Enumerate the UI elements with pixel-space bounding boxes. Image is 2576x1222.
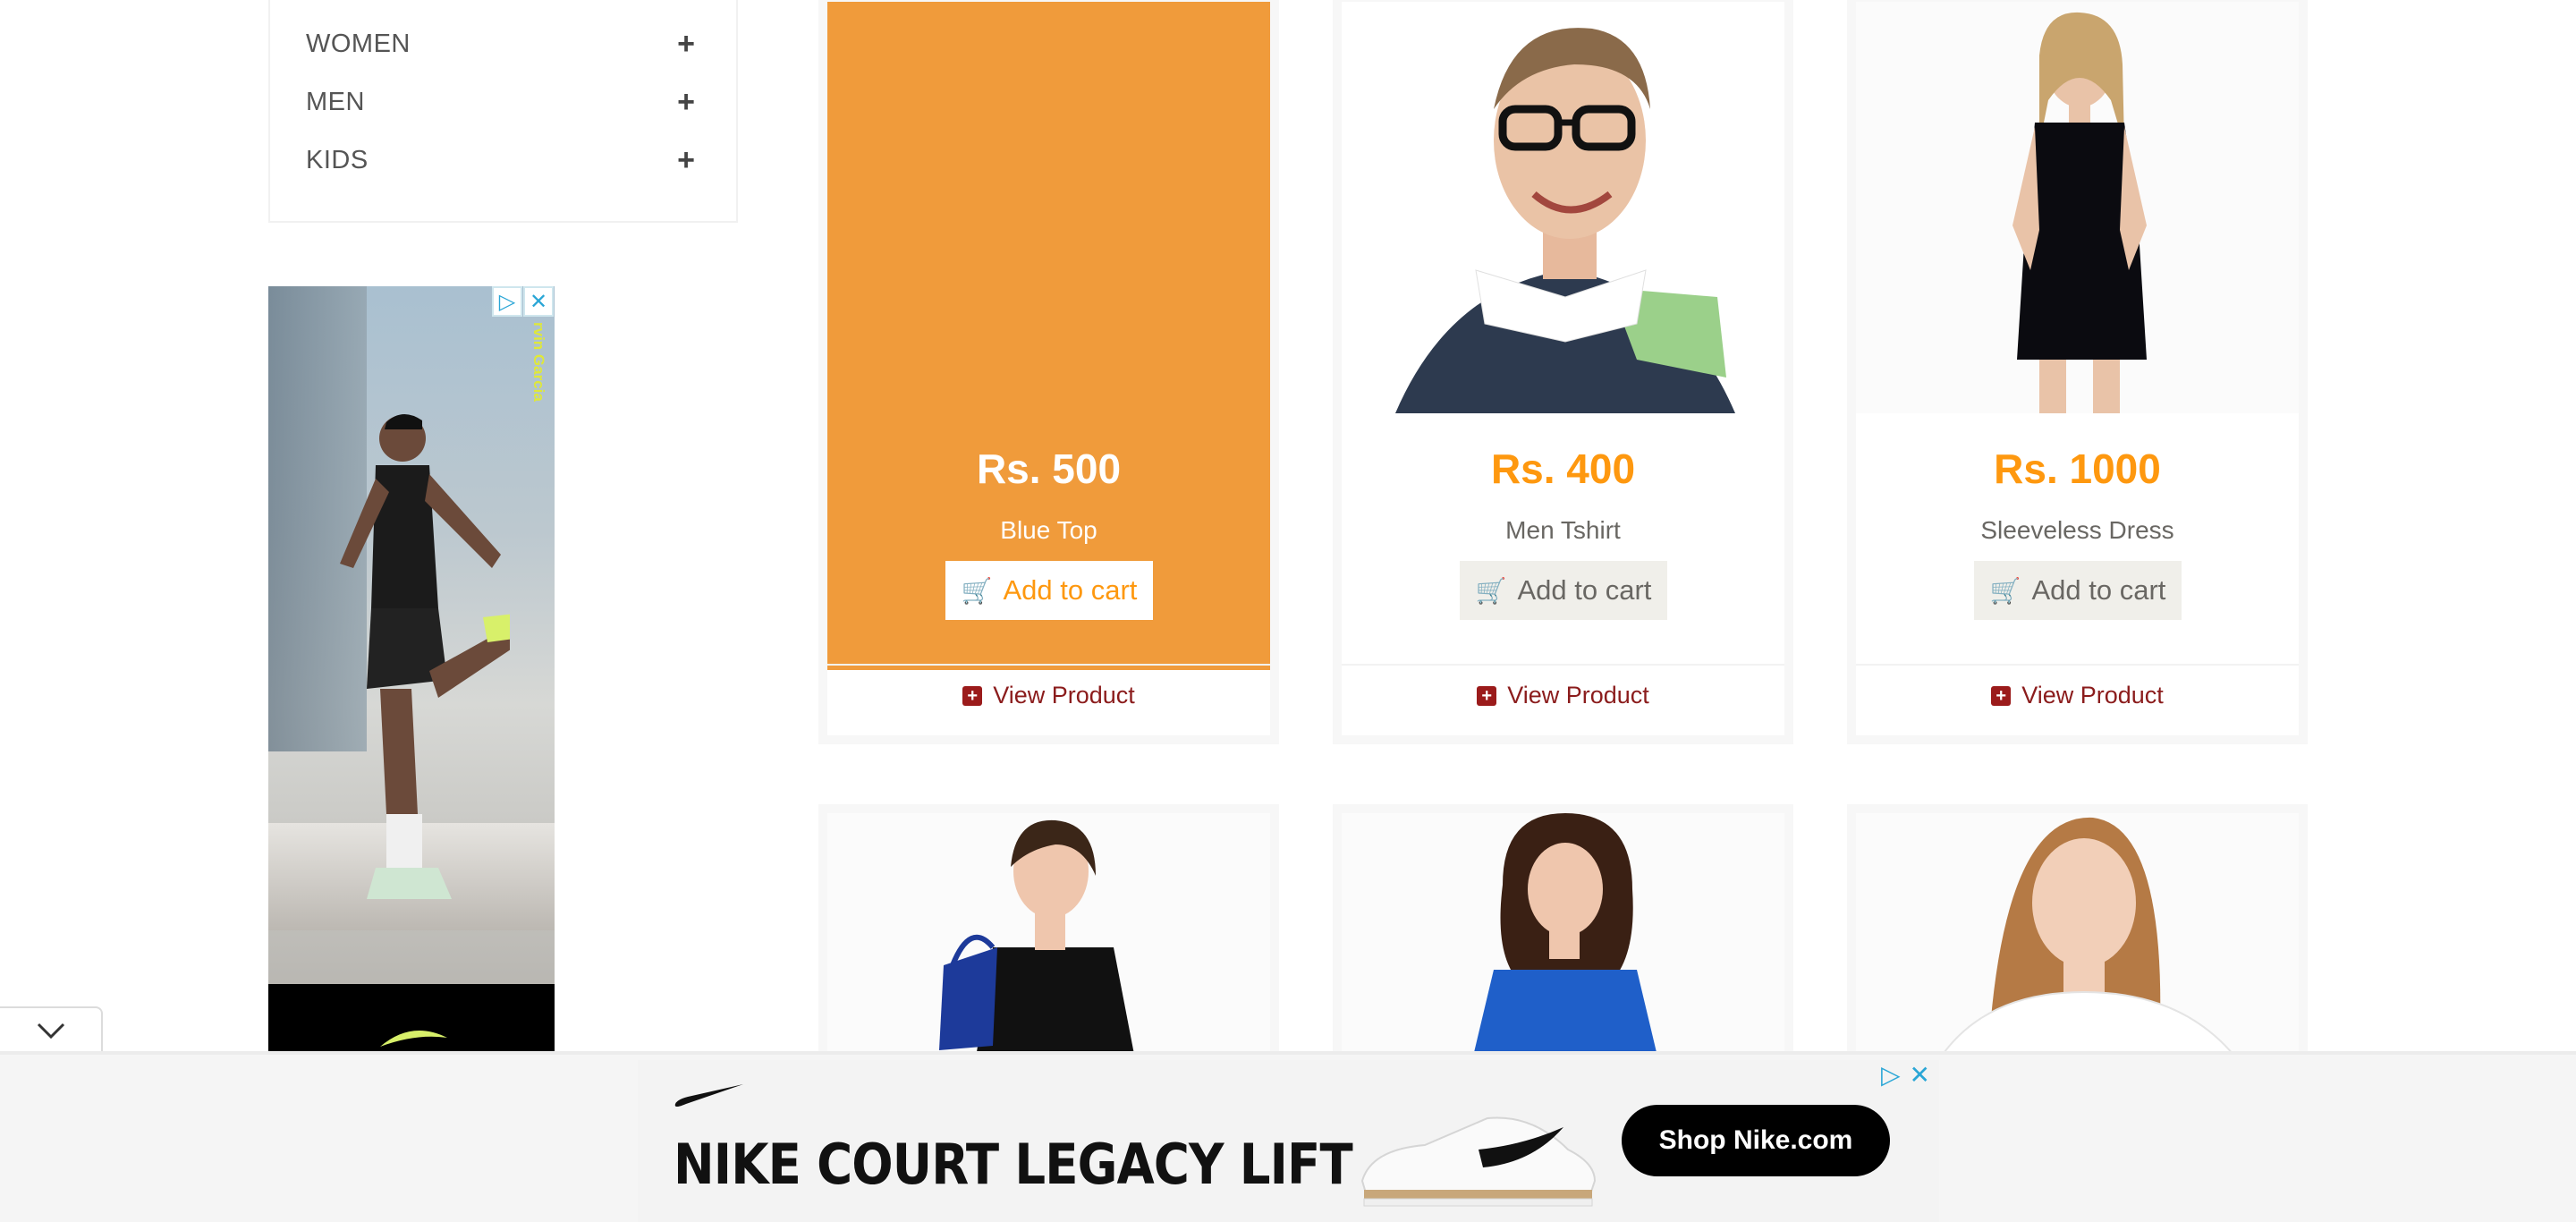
cart-icon: 🛒 [1475, 576, 1507, 605]
shop-nike-button[interactable]: Shop Nike.com [1622, 1105, 1890, 1176]
cart-icon: 🛒 [1989, 576, 2021, 605]
close-icon[interactable]: ✕ [523, 286, 554, 317]
card-divider [827, 664, 1270, 666]
add-to-cart-button[interactable]: 🛒 Add to cart [1460, 561, 1667, 620]
category-label: KIDS [306, 145, 369, 174]
product-card-blue-top: Rs. 500 Blue Top 🛒 Add to cart + View Pr… [818, 0, 1279, 744]
add-to-cart-button[interactable]: 🛒 Add to cart [1974, 561, 2182, 620]
plus-square-icon: + [962, 685, 983, 706]
product-image [1856, 2, 2299, 413]
product-image [1856, 813, 2299, 1064]
play-triangle-icon[interactable]: ▷ [1881, 1060, 1901, 1090]
chevron-down-icon [37, 1023, 64, 1040]
product-name: Blue Top [1000, 516, 1097, 544]
add-to-cart-label: Add to cart [1003, 574, 1138, 606]
ad-side-text: rvin Garcia [530, 322, 547, 402]
sneaker-image [1360, 1116, 1597, 1207]
product-price: Rs. 400 [1490, 446, 1636, 492]
category-label: MEN [306, 87, 365, 116]
ad-headline: NIKE COURT LEGACY LIFT [674, 1132, 1353, 1197]
close-icon[interactable]: ✕ [1910, 1060, 1930, 1090]
view-product-link[interactable]: + View Product [1342, 682, 1784, 709]
runner-figure [340, 413, 510, 899]
product-name: Sleeveless Dress [1980, 516, 2174, 544]
add-to-cart-button[interactable]: 🛒 Add to cart [945, 561, 1153, 620]
product-price: Rs. 500 [976, 446, 1122, 492]
category-women[interactable]: WOMEN + [306, 21, 699, 66]
cart-icon: 🛒 [961, 576, 993, 605]
category-panel: WOMEN + MEN + KIDS + [268, 0, 738, 223]
plus-square-icon: + [1477, 685, 1497, 706]
play-triangle-icon[interactable]: ▷ [492, 286, 522, 317]
view-product-label: View Product [1507, 682, 1649, 709]
view-product-label: View Product [993, 682, 1135, 709]
view-product-link[interactable]: + View Product [827, 682, 1270, 709]
product-card-row2-1 [818, 804, 1279, 1073]
add-to-cart-label: Add to cart [2031, 574, 2166, 606]
product-image [1342, 813, 1784, 1064]
card-divider [1342, 664, 1784, 666]
plus-square-icon: + [1991, 685, 2012, 706]
product-card-sleeveless-dress: Rs. 1000 Sleeveless Dress 🛒 Add to cart … [1847, 0, 2308, 744]
view-product-link[interactable]: + View Product [1856, 682, 2299, 709]
product-image [1342, 2, 1784, 413]
view-product-label: View Product [2021, 682, 2164, 709]
product-name: Men Tshirt [1505, 516, 1621, 544]
product-card-row2-3 [1847, 804, 2308, 1073]
add-to-cart-label: Add to cart [1517, 574, 1652, 606]
product-card-row2-2 [1333, 804, 1793, 1073]
product-card-men-tshirt: Rs. 400 Men Tshirt 🛒 Add to cart + View … [1333, 0, 1793, 744]
plus-icon[interactable]: + [673, 27, 699, 62]
product-image [827, 813, 1270, 1064]
category-kids[interactable]: KIDS + [306, 138, 699, 182]
vertical-ad[interactable]: rvin Garcia ▷ ✕ [268, 286, 555, 1056]
product-price: Rs. 1000 [1994, 446, 2161, 492]
ad-footer [268, 984, 555, 1056]
bottom-ad[interactable]: NIKE COURT LEGACY LIFT Shop Nike.com ▷ ✕ [638, 1060, 1939, 1222]
nike-swoosh-icon [674, 1084, 743, 1107]
plus-icon[interactable]: + [673, 143, 699, 178]
ad-controls: ▷ ✕ [1881, 1060, 1930, 1090]
category-label: WOMEN [306, 29, 411, 58]
plus-icon[interactable]: + [673, 85, 699, 120]
collapse-ad-tab[interactable] [0, 1006, 103, 1053]
card-divider [1856, 664, 2299, 666]
category-men[interactable]: MEN + [306, 80, 699, 124]
